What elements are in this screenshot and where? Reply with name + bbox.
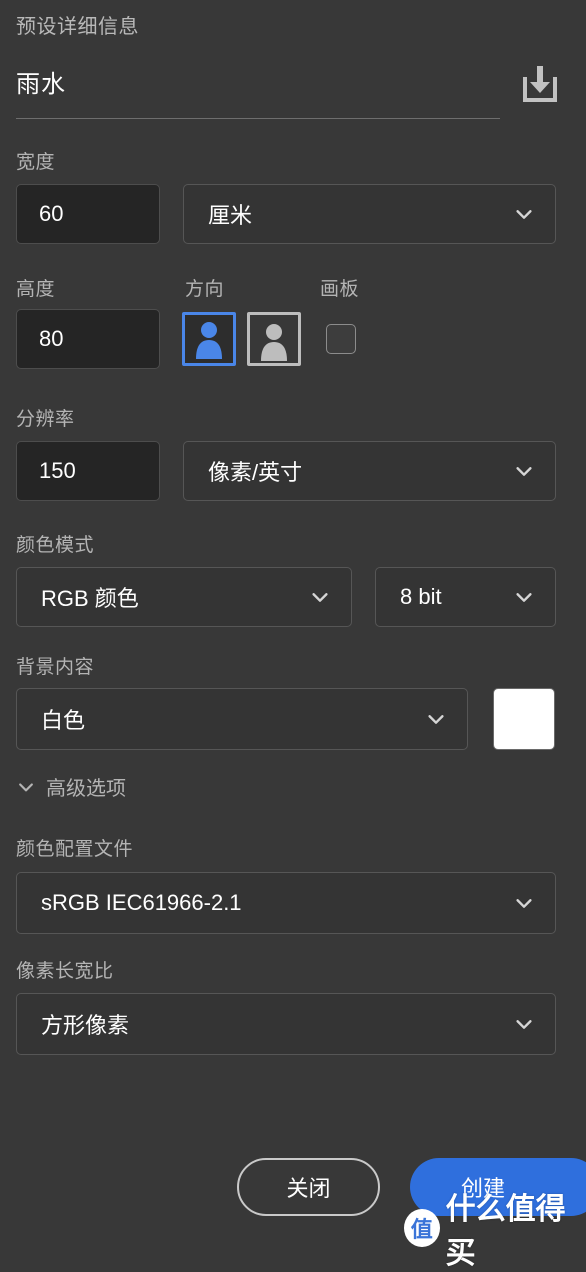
height-input[interactable]: 80	[16, 309, 160, 369]
width-label: 宽度	[16, 152, 56, 173]
color-mode-select[interactable]: RGB 颜色	[16, 567, 352, 627]
chevron-down-icon	[19, 782, 33, 791]
color-mode-value: RGB 颜色	[41, 586, 139, 611]
color-profile-select[interactable]: sRGB IEC61966-2.1	[16, 872, 556, 934]
artboards-checkbox[interactable]	[326, 324, 356, 354]
new-document-preset-panel: 预设详细信息 雨水 宽度 60 厘米 高度 方向 画板 80 分辨率 150 像…	[0, 0, 586, 1270]
preset-name-input[interactable]: 雨水	[16, 64, 66, 99]
pixel-aspect-label: 像素长宽比	[16, 961, 114, 982]
width-unit-select[interactable]: 厘米	[183, 184, 556, 244]
chevron-down-icon	[516, 593, 532, 602]
advanced-options-toggle[interactable]: 高级选项	[16, 772, 126, 801]
color-depth-value: 8 bit	[400, 584, 442, 609]
background-color-swatch[interactable]	[493, 688, 555, 750]
orientation-label: 方向	[185, 279, 225, 300]
chevron-down-icon	[516, 210, 532, 219]
chevron-down-icon	[428, 715, 444, 724]
save-preset-icon[interactable]	[513, 58, 567, 112]
chevron-down-icon	[516, 899, 532, 908]
advanced-options-label: 高级选项	[46, 778, 126, 800]
resolution-label: 分辨率	[16, 409, 75, 430]
color-mode-label: 颜色模式	[16, 535, 95, 556]
background-value: 白色	[41, 708, 86, 733]
width-unit-value: 厘米	[208, 203, 253, 228]
preset-name-underline	[16, 118, 500, 119]
resolution-unit-select[interactable]: 像素/英寸	[183, 441, 556, 501]
pixel-aspect-value: 方形像素	[41, 1013, 130, 1038]
color-profile-value: sRGB IEC61966-2.1	[41, 890, 242, 915]
height-label: 高度	[16, 279, 56, 300]
chevron-down-icon	[516, 1020, 532, 1029]
width-input[interactable]: 60	[16, 184, 160, 244]
landscape-orientation-icon[interactable]	[247, 312, 301, 366]
resolution-unit-value: 像素/英寸	[208, 460, 303, 485]
portrait-orientation-icon[interactable]	[182, 312, 236, 366]
resolution-input[interactable]: 150	[16, 441, 160, 501]
artboards-label: 画板	[320, 279, 360, 300]
close-button[interactable]: 关闭	[237, 1158, 380, 1216]
color-depth-select[interactable]: 8 bit	[375, 567, 556, 627]
create-button[interactable]: 创建	[410, 1158, 586, 1216]
background-label: 背景内容	[16, 657, 95, 678]
preset-name-row: 雨水	[16, 64, 570, 122]
chevron-down-icon	[312, 593, 328, 602]
chevron-down-icon	[516, 467, 532, 476]
background-select[interactable]: 白色	[16, 688, 468, 750]
pixel-aspect-select[interactable]: 方形像素	[16, 993, 556, 1055]
page-title: 预设详细信息	[16, 16, 139, 38]
color-profile-label: 颜色配置文件	[16, 839, 134, 860]
